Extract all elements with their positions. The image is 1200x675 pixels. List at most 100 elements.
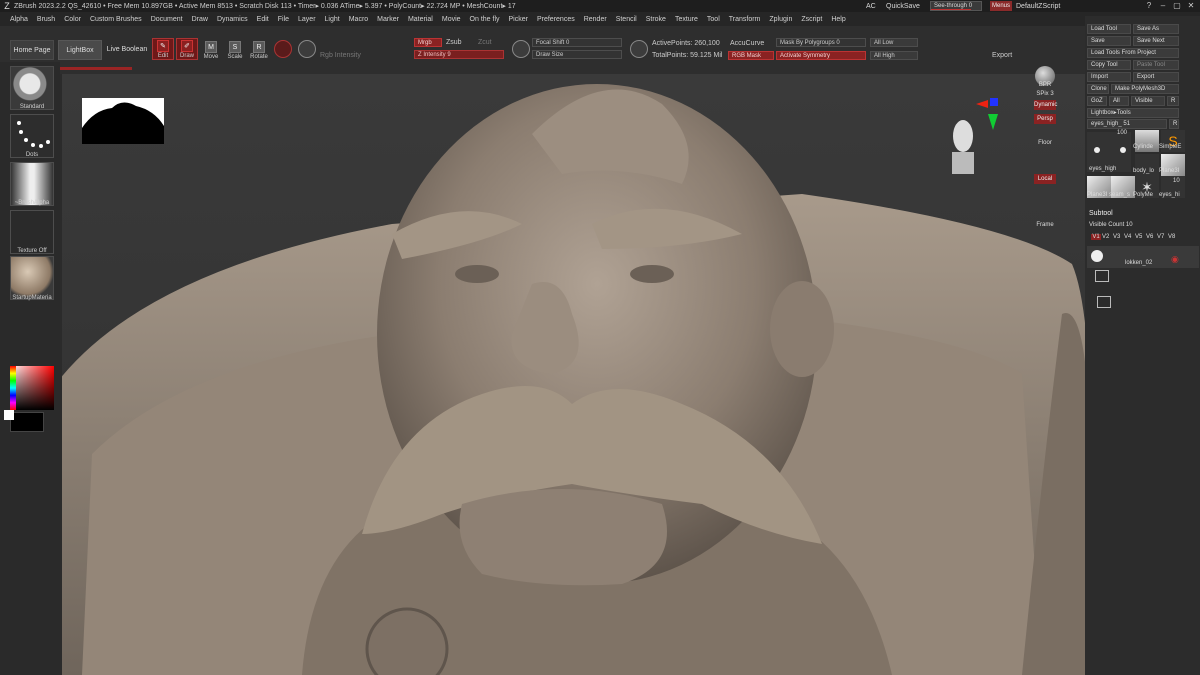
material-sphere-icon[interactable] [10, 256, 54, 300]
color-picker[interactable] [10, 366, 54, 410]
subdivision-level-v8[interactable]: V8 [1168, 234, 1175, 240]
menu-item-marker[interactable]: Marker [377, 16, 399, 23]
minimize-icon[interactable]: – [1158, 1, 1168, 11]
see-through-slider[interactable]: See-through 0 [930, 1, 982, 11]
menu-item-movie[interactable]: Movie [442, 16, 461, 23]
zcut-button[interactable]: Zcut [478, 39, 492, 46]
menu-item-draw[interactable]: Draw [192, 16, 208, 23]
accucurve-button[interactable]: AccuCurve [730, 40, 764, 47]
lazy-mouse-icon[interactable] [512, 40, 530, 58]
hue-strip[interactable] [10, 366, 16, 410]
mask-by-polygroups-slider[interactable]: Mask By Polygroups 0 [776, 38, 866, 47]
spix-label[interactable]: SPix 3 [1033, 91, 1057, 97]
main-color-swatch[interactable] [10, 412, 44, 432]
dynamic-button[interactable]: Dynamic [1034, 100, 1057, 110]
menu-item-light[interactable]: Light [325, 16, 340, 23]
subdivision-level-v5[interactable]: V5 [1135, 234, 1142, 240]
menu-item-brush[interactable]: Brush [37, 16, 55, 23]
activate-symmetry-button[interactable]: Activate Symmetry [776, 51, 866, 60]
menu-item-on-the-fly[interactable]: On the fly [470, 16, 500, 23]
menu-item-texture[interactable]: Texture [675, 16, 698, 23]
subdivision-level-v1[interactable]: V1 [1091, 234, 1101, 240]
menu-item-document[interactable]: Document [151, 16, 183, 23]
menus-button[interactable]: Menus [990, 1, 1012, 11]
import-button[interactable]: Import [1087, 72, 1131, 82]
sculpt-render[interactable] [62, 74, 1086, 675]
rgb-toggle-icon[interactable] [274, 40, 292, 58]
save-button[interactable]: Save [1087, 36, 1131, 46]
scale-mode-button[interactable]: S Scale [224, 38, 246, 60]
menu-item-macro[interactable]: Macro [349, 16, 368, 23]
home-page-button[interactable]: Home Page [10, 40, 54, 60]
menu-item-render[interactable]: Render [584, 16, 607, 23]
live-boolean-button[interactable]: Live Boolean [104, 40, 150, 60]
quicksave-button[interactable]: QuickSave [886, 3, 920, 10]
dynamic-size-icon[interactable] [630, 40, 648, 58]
lightbox-button[interactable]: LightBox [58, 40, 102, 60]
mrgb-button[interactable]: Mrgb [414, 38, 442, 47]
menu-item-alpha[interactable]: Alpha [10, 16, 28, 23]
menu-item-picker[interactable]: Picker [509, 16, 528, 23]
close-icon[interactable]: ✕ [1186, 1, 1196, 11]
focal-shift-slider[interactable]: Focal Shift 0 [532, 38, 622, 47]
subtool-action-icon[interactable] [1097, 296, 1111, 308]
subtool-row[interactable]: lokken_02 ◉ [1087, 246, 1199, 268]
make-polymesh3d-button[interactable]: Make PolyMesh3D [1111, 84, 1179, 94]
load-tools-from-project-button[interactable]: Load Tools From Project [1087, 48, 1179, 58]
export-button[interactable]: Export [1133, 72, 1179, 82]
help-icon[interactable]: ? [1144, 1, 1154, 11]
subdivision-level-v4[interactable]: V4 [1124, 234, 1131, 240]
subdivision-level-v6[interactable]: V6 [1146, 234, 1153, 240]
menu-item-zplugin[interactable]: Zplugin [769, 16, 792, 23]
tool-r-button[interactable]: R [1169, 119, 1179, 129]
zadd-toggle-icon[interactable] [298, 40, 316, 58]
all-button[interactable]: All [1109, 96, 1129, 106]
subtool-header[interactable]: Subtool [1089, 210, 1113, 217]
menu-item-edit[interactable]: Edit [257, 16, 269, 23]
save-as-button[interactable]: Save As [1133, 24, 1179, 34]
menu-item-dynamics[interactable]: Dynamics [217, 16, 248, 23]
menu-item-file[interactable]: File [278, 16, 289, 23]
zsub-button[interactable]: Zsub [446, 39, 462, 46]
menu-item-help[interactable]: Help [831, 16, 845, 23]
current-tool-slider[interactable]: eyes_high_ 51 [1087, 119, 1167, 129]
move-mode-button[interactable]: M Move [200, 38, 222, 60]
clone-button[interactable]: Clone [1087, 84, 1109, 94]
local-button[interactable]: Local [1034, 174, 1056, 184]
rgb-mask-button[interactable]: RGB Mask [728, 51, 774, 60]
subtool-visibility-icon[interactable]: ◉ [1171, 254, 1179, 265]
edit-mode-button[interactable]: ✎ Edit [152, 38, 174, 60]
r-button[interactable]: R [1167, 96, 1179, 106]
all-low-button[interactable]: All Low [870, 38, 918, 47]
floor-button[interactable]: Floor [1033, 140, 1057, 146]
goz-button[interactable]: GoZ [1087, 96, 1107, 106]
canvas-viewport[interactable] [62, 74, 1086, 675]
visible-button[interactable]: Visible [1131, 96, 1165, 106]
copy-tool-button[interactable]: Copy Tool [1087, 60, 1131, 70]
ac-button[interactable]: AC [866, 3, 876, 10]
default-zscript-button[interactable]: DefaultZScript [1016, 3, 1060, 10]
visible-count-slider[interactable]: Visible Count 10 [1089, 222, 1133, 228]
persp-button[interactable]: Persp [1034, 114, 1056, 124]
paste-tool-button[interactable]: Paste Tool [1133, 60, 1179, 70]
menu-item-transform[interactable]: Transform [729, 16, 761, 23]
menu-item-stroke[interactable]: Stroke [646, 16, 666, 23]
axis-gizmo-icon[interactable] [974, 98, 998, 134]
maximize-icon[interactable]: ▢ [1172, 1, 1182, 11]
menu-item-material[interactable]: Material [408, 16, 433, 23]
subdivision-level-v2[interactable]: V2 [1102, 234, 1109, 240]
rotate-mode-button[interactable]: R Rotate [248, 38, 270, 60]
secondary-color-swatch[interactable] [4, 410, 14, 420]
menu-item-color[interactable]: Color [64, 16, 81, 23]
z-intensity-slider[interactable]: Z Intensity 9 [414, 50, 504, 59]
menu-item-custom-brushes[interactable]: Custom Brushes [90, 16, 142, 23]
menu-item-zscript[interactable]: Zscript [801, 16, 822, 23]
save-next-button[interactable]: Save Next [1133, 36, 1179, 46]
menu-item-tool[interactable]: Tool [707, 16, 720, 23]
menu-item-preferences[interactable]: Preferences [537, 16, 575, 23]
draw-mode-button[interactable]: ✐ Draw [176, 38, 198, 60]
menu-item-stencil[interactable]: Stencil [616, 16, 637, 23]
frame-button[interactable]: Frame [1033, 222, 1057, 228]
subdivision-level-v3[interactable]: V3 [1113, 234, 1120, 240]
rgb-intensity-slider[interactable]: Rgb Intensity [320, 52, 361, 59]
